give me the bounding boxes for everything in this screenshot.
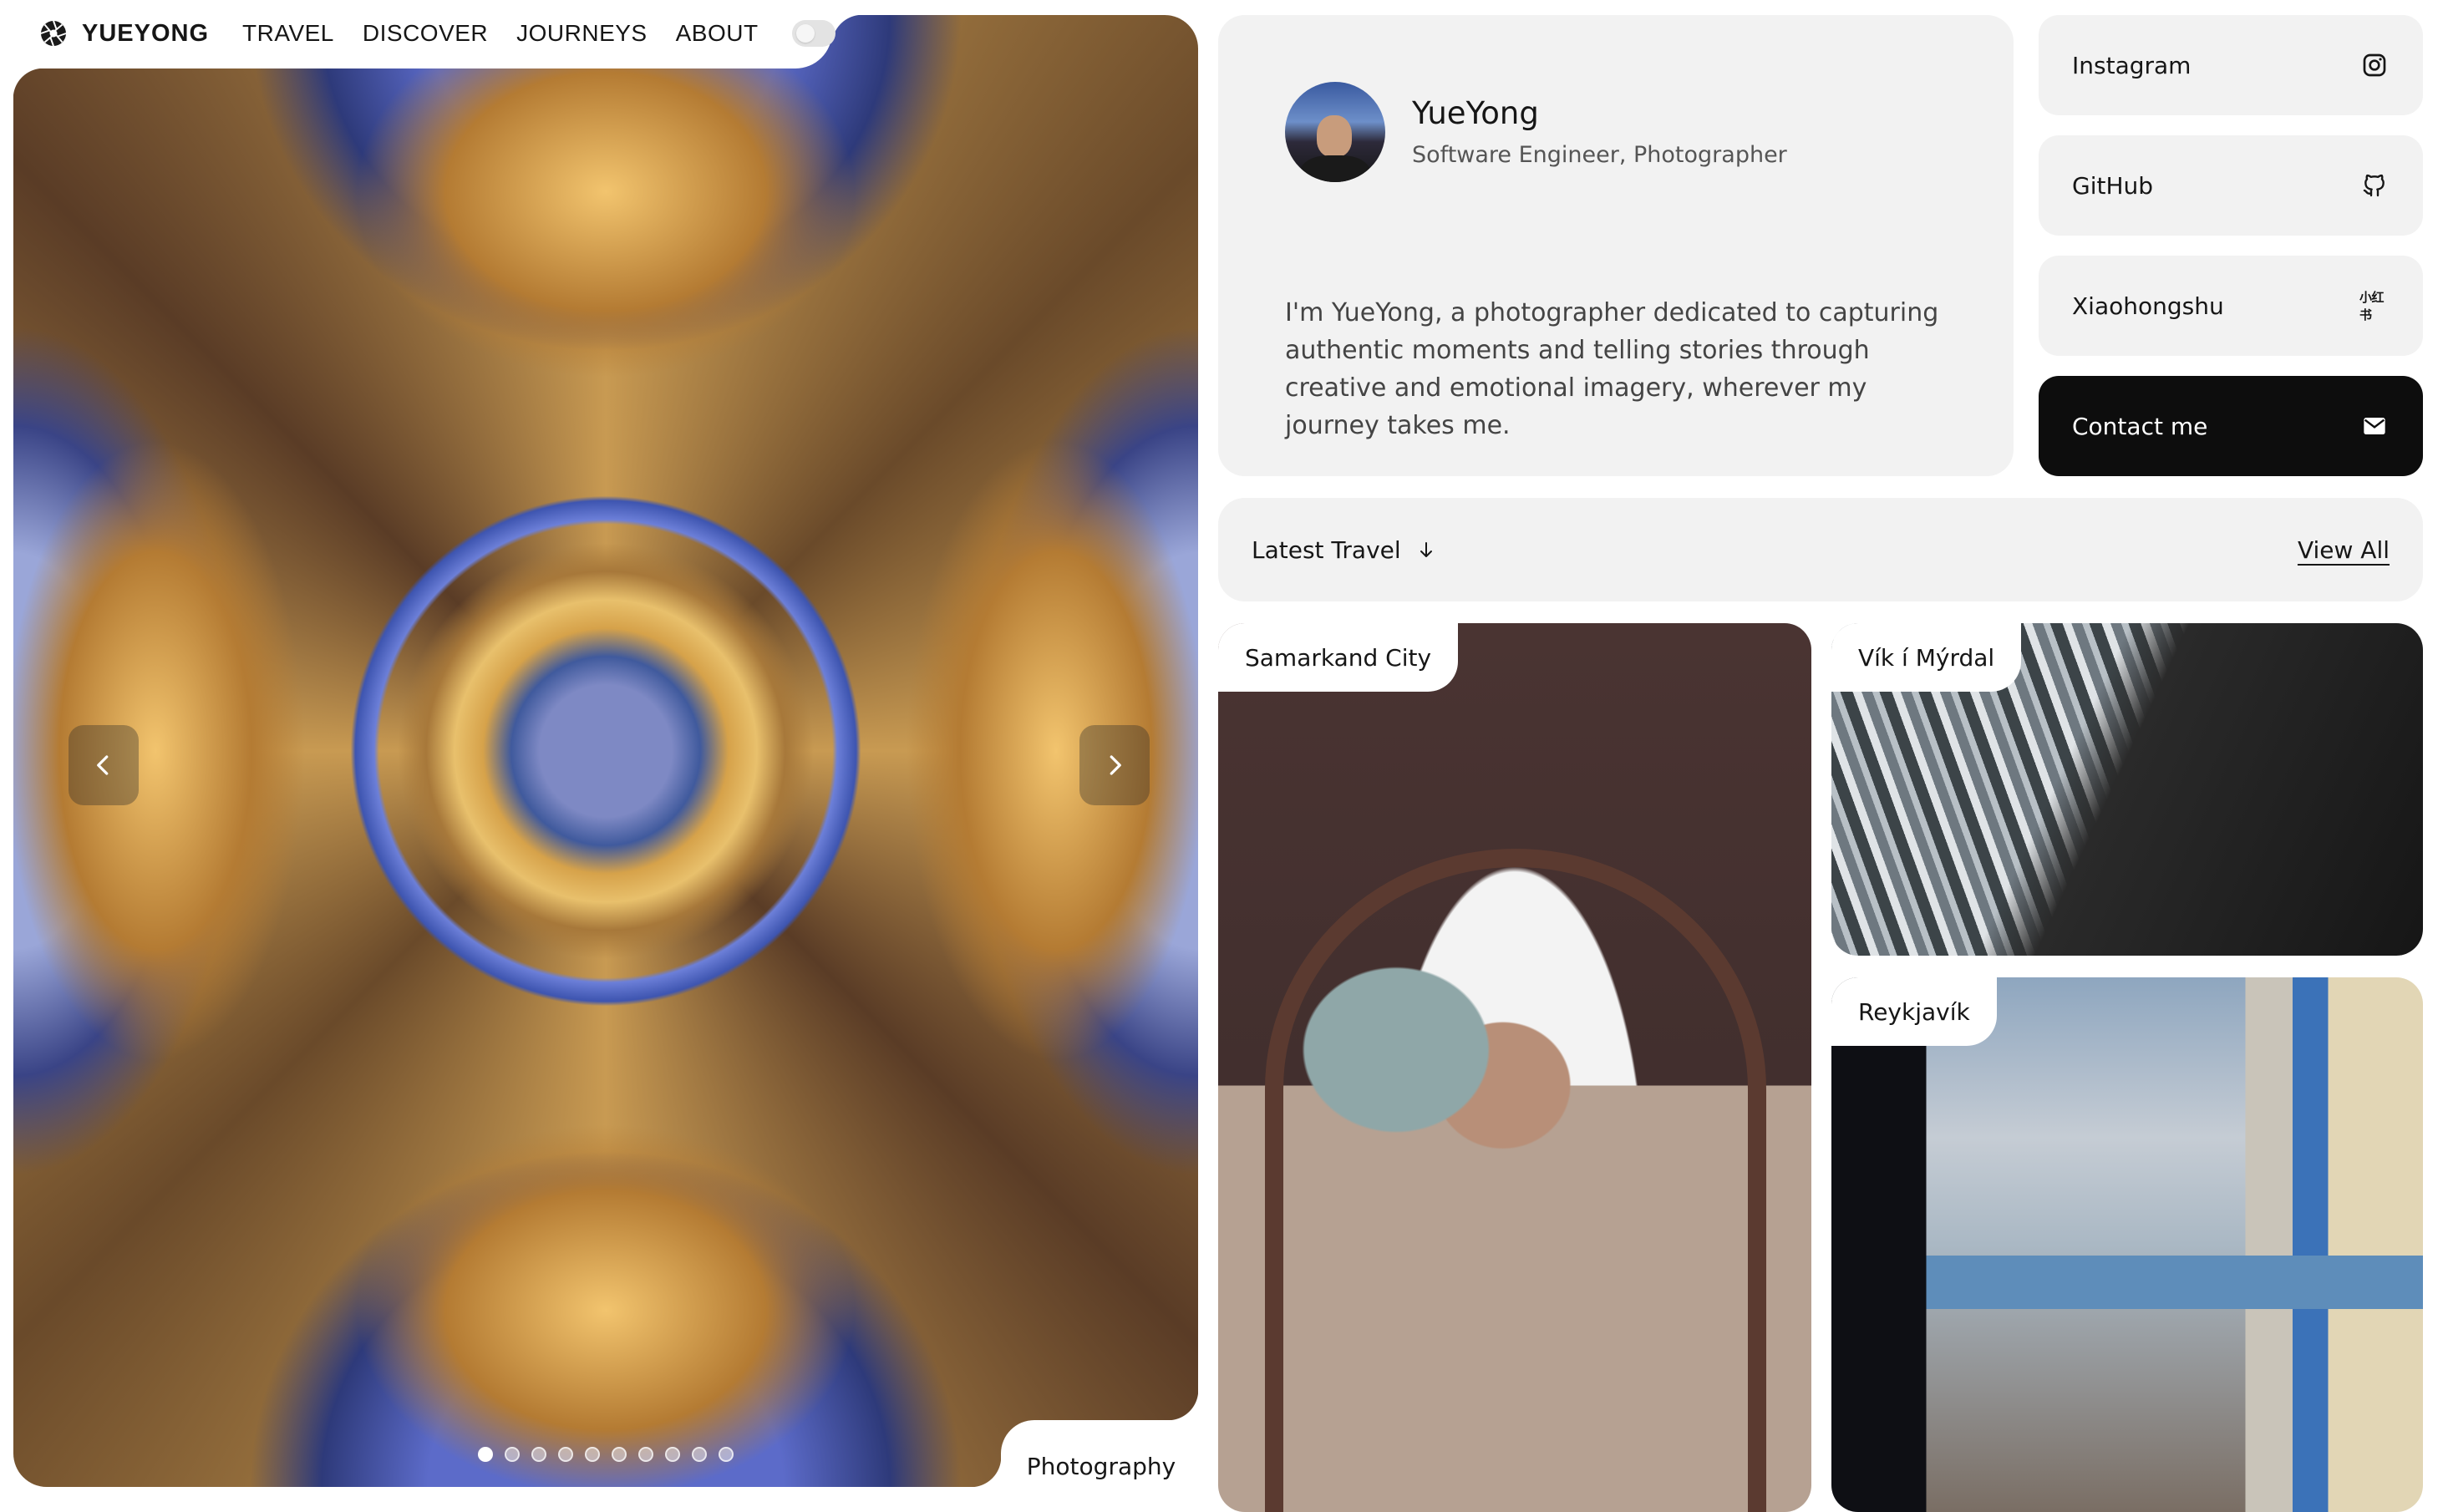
view-all-link[interactable]: View All: [2298, 536, 2390, 564]
arrow-down-icon: [1420, 542, 1432, 557]
slide-dot[interactable]: [478, 1447, 493, 1462]
chevron-left-icon: [97, 755, 109, 775]
travel-card-label: Vík í Mýrdal: [1831, 623, 2022, 692]
github-label: GitHub: [2072, 171, 2154, 200]
xiaohongshu-button[interactable]: Xiaohongshu 小红书: [2039, 256, 2423, 356]
header-corner: [13, 68, 43, 99]
nav-discover[interactable]: DISCOVER: [363, 20, 488, 47]
brand-name: YUEYONG: [82, 19, 210, 47]
main-nav: YUEYONG TRAVEL DISCOVER JOURNEYS ABOUT: [38, 17, 835, 50]
instagram-label: Instagram: [2072, 51, 2192, 79]
slide-indicators: [478, 1447, 734, 1462]
nav-travel[interactable]: TRAVEL: [242, 20, 334, 47]
slide-dot[interactable]: [692, 1447, 707, 1462]
header-corner: [832, 15, 862, 45]
slide-dot[interactable]: [612, 1447, 627, 1462]
avatar: [1285, 82, 1385, 182]
latest-travel-label: Latest Travel: [1252, 535, 1401, 564]
contact-label: Contact me: [2072, 412, 2208, 440]
slide-dot[interactable]: [638, 1447, 653, 1462]
xiaohongshu-label: Xiaohongshu: [2072, 292, 2224, 320]
hero-slideshow[interactable]: [13, 15, 1198, 1487]
travel-card-label: Samarkand City: [1218, 623, 1459, 692]
profile-name: YueYong: [1412, 95, 1539, 131]
aperture-icon: [40, 20, 67, 47]
badge-corner: [1168, 1390, 1198, 1420]
badge-corner: [971, 1457, 1001, 1487]
profile-card: YueYong Software Engineer, Photographer …: [1218, 15, 2014, 476]
slide-dot[interactable]: [505, 1447, 520, 1462]
chevron-right-icon: [1110, 755, 1121, 775]
latest-travel-title: Latest Travel: [1252, 536, 1436, 564]
profile-bio: I'm YueYong, a photographer dedicated to…: [1285, 298, 1939, 440]
page: YUEYONG TRAVEL DISCOVER JOURNEYS ABOUT P…: [0, 0, 2443, 1512]
slide-dot[interactable]: [719, 1447, 734, 1462]
previous-slide-button[interactable]: [69, 725, 139, 805]
github-button[interactable]: GitHub: [2039, 135, 2423, 236]
instagram-button[interactable]: Instagram: [2039, 15, 2423, 115]
arch-photo-detail: [1265, 849, 1766, 1512]
travel-card-label: Reykjavík: [1831, 977, 1997, 1046]
latest-travel-header: Latest Travel View All: [1218, 498, 2423, 601]
photography-badge: Photography: [1001, 1420, 1201, 1512]
profile-role: Software Engineer, Photographer: [1412, 142, 1787, 168]
slide-dot[interactable]: [665, 1447, 680, 1462]
github-icon: [2359, 170, 2390, 200]
instagram-icon: [2359, 50, 2390, 80]
xiaohongshu-icon: 小红书: [2359, 290, 2385, 322]
slide-dot[interactable]: [531, 1447, 546, 1462]
mail-icon: [2359, 411, 2390, 441]
next-slide-button[interactable]: [1079, 725, 1150, 805]
travel-card-vik[interactable]: Vík í Mýrdal: [1831, 623, 2423, 956]
nav-journeys[interactable]: JOURNEYS: [516, 20, 647, 47]
travel-card-reykjavik[interactable]: Reykjavík: [1831, 977, 2423, 1512]
photography-badge-label: Photography: [1026, 1452, 1176, 1480]
nav-about[interactable]: ABOUT: [676, 20, 759, 47]
contact-button[interactable]: Contact me: [2039, 376, 2423, 476]
theme-toggle[interactable]: [791, 20, 835, 47]
slide-dot[interactable]: [585, 1447, 600, 1462]
travel-card-samarkand[interactable]: Samarkand City: [1218, 623, 1811, 1512]
slide-dot[interactable]: [558, 1447, 573, 1462]
logo[interactable]: YUEYONG: [38, 18, 209, 48]
